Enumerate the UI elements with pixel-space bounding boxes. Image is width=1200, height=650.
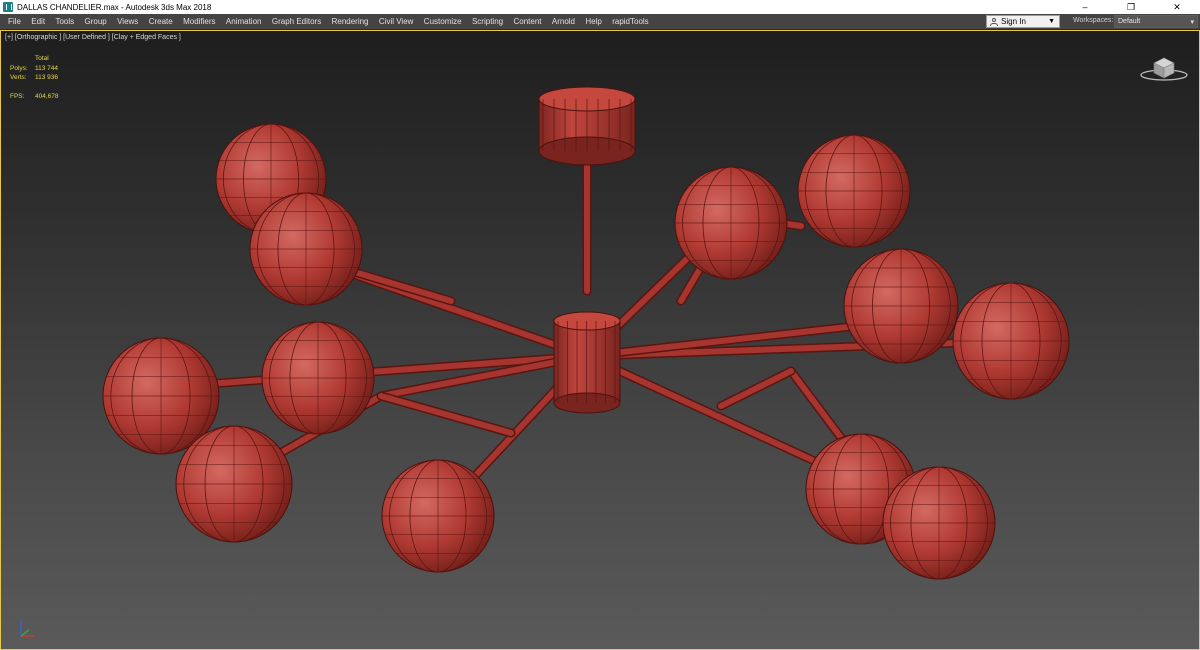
menu-graph-editors[interactable]: Graph Editors <box>267 14 327 29</box>
window-title: DALLAS CHANDELIER.max - Autodesk 3ds Max… <box>17 2 212 12</box>
menu-edit[interactable]: Edit <box>26 14 50 29</box>
menu-create[interactable]: Create <box>144 14 178 29</box>
fps-label: FPS: <box>10 92 25 100</box>
menu-rapidtools[interactable]: rapidTools <box>607 14 654 29</box>
polys-label: Polys: <box>10 64 28 72</box>
viewport-perspective[interactable]: [+] [Orthographic ] [User Defined ] [Cla… <box>0 30 1200 650</box>
glass-globe <box>797 134 911 248</box>
workspaces-select[interactable]: Default ▾ <box>1114 15 1198 28</box>
arm-rod-highlight <box>378 393 514 436</box>
menu-modifiers[interactable]: Modifiers <box>178 14 221 29</box>
sign-in-label: Sign In <box>1001 17 1026 26</box>
menu-civil-view[interactable]: Civil View <box>374 14 419 29</box>
menu-animation[interactable]: Animation <box>221 14 267 29</box>
sign-in-dropdown[interactable]: Sign In ▼ <box>986 15 1060 28</box>
title-bar: DALLAS CHANDELIER.max - Autodesk 3ds Max… <box>0 0 1200 14</box>
central-body <box>553 320 621 404</box>
glass-globe <box>674 166 788 280</box>
user-icon <box>990 17 998 26</box>
workspaces-label: Workspaces: <box>1073 17 1114 24</box>
window-controls: – ❐ ✕ <box>1062 0 1200 14</box>
chevron-down-icon: ▼ <box>1048 18 1055 25</box>
app-icon <box>3 2 13 12</box>
close-button[interactable]: ✕ <box>1154 0 1200 14</box>
axis-tripod-icon <box>20 620 35 637</box>
stats-total-header: Total <box>35 55 49 62</box>
menu-tools[interactable]: Tools <box>50 14 79 29</box>
glass-globe <box>952 282 1070 400</box>
menu-help[interactable]: Help <box>580 14 607 29</box>
chevron-down-icon: ▾ <box>1190 18 1194 26</box>
body-base <box>553 392 621 414</box>
minimize-button[interactable]: – <box>1062 0 1108 14</box>
menu-content[interactable]: Content <box>508 14 546 29</box>
statistics-overlay: Total Polys: 113 744 Verts: 113 936 FPS: 40… <box>10 54 59 101</box>
polys-value: 113 744 <box>35 64 59 72</box>
viewport-label[interactable]: [+] [Orthographic ] [User Defined ] [Cla… <box>5 34 181 41</box>
menu-rendering[interactable]: Rendering <box>326 14 373 29</box>
menu-group[interactable]: Group <box>79 14 112 29</box>
menu-views[interactable]: Views <box>112 14 144 29</box>
glass-globe <box>175 425 293 543</box>
verts-label: Verts: <box>10 74 27 81</box>
glass-globe <box>261 321 375 435</box>
menu-file[interactable]: File <box>0 14 26 29</box>
glass-globe <box>882 466 996 580</box>
arm-rod-highlight <box>718 368 794 409</box>
viewcube-icon[interactable] <box>1139 51 1189 83</box>
glass-globe <box>249 192 363 306</box>
verts-value: 113 936 <box>35 74 59 81</box>
restore-button[interactable]: ❐ <box>1108 0 1154 14</box>
workspaces-value: Default <box>1118 18 1141 25</box>
glass-globe <box>381 459 495 573</box>
menu-scripting[interactable]: Scripting <box>467 14 509 29</box>
glass-globe <box>843 248 959 364</box>
body-top <box>553 311 621 331</box>
fps-value: 404,678 <box>35 92 59 100</box>
chandelier-model[interactable] <box>1 31 1199 649</box>
menu-customize[interactable]: Customize <box>419 14 467 29</box>
menu-arnold[interactable]: Arnold <box>547 14 581 29</box>
